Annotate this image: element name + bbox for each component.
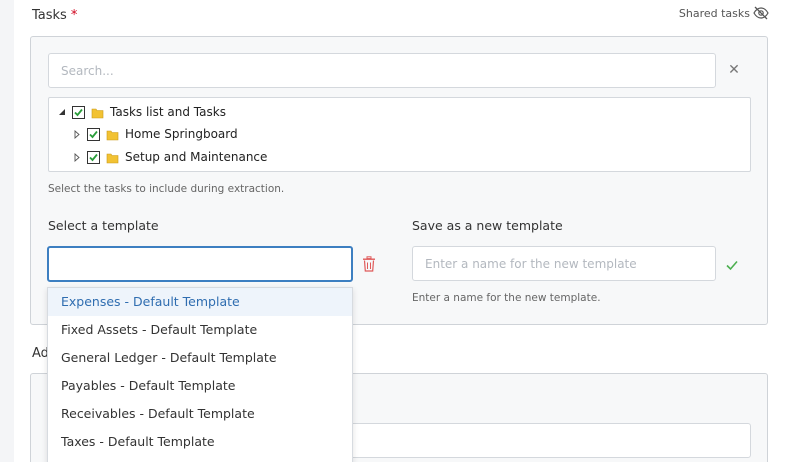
- tree-node-label: Tasks list and Tasks: [110, 105, 226, 119]
- tree-checkbox-root[interactable]: [72, 105, 85, 119]
- template-option[interactable]: Receivables - Default Template: [48, 400, 352, 428]
- template-option[interactable]: Expenses - Default Template: [48, 288, 352, 316]
- tasks-label-text: Tasks: [32, 8, 67, 23]
- expand-arrow-icon[interactable]: [71, 128, 83, 140]
- tree-node-home-springboard[interactable]: Home Springboard: [71, 125, 238, 143]
- clear-search-icon[interactable]: ✕: [726, 62, 742, 78]
- folder-icon: [106, 128, 119, 141]
- template-option[interactable]: Payables - Default Template: [48, 372, 352, 400]
- tree-checkbox-setup-maintenance[interactable]: [87, 150, 100, 164]
- search-input[interactable]: [48, 53, 716, 88]
- select-template-label: Select a template: [48, 218, 159, 233]
- required-marker: *: [70, 8, 78, 23]
- template-select-input[interactable]: [47, 246, 353, 282]
- new-template-name-input[interactable]: [412, 246, 716, 281]
- tree-checkbox-home-springboard[interactable]: [87, 127, 100, 141]
- expand-arrow-icon[interactable]: [71, 151, 83, 163]
- template-dropdown-list: Expenses - Default Template Fixed Assets…: [47, 287, 353, 462]
- template-option[interactable]: General Ledger - Default Template: [48, 344, 352, 372]
- task-tree: Tasks list and Tasks Home Springboard Se…: [48, 97, 751, 172]
- eye-slash-icon[interactable]: [753, 6, 769, 20]
- shared-tasks-label: Shared tasks: [678, 6, 750, 20]
- trash-icon[interactable]: [362, 256, 376, 272]
- template-option[interactable]: Fixed Assets - Default Template: [48, 316, 352, 344]
- folder-icon: [106, 151, 119, 164]
- tree-node-setup-maintenance[interactable]: Setup and Maintenance: [71, 148, 267, 166]
- template-option[interactable]: Taxes - Default Template: [48, 428, 352, 456]
- tree-node-label: Setup and Maintenance: [125, 150, 268, 164]
- save-new-template-label: Save as a new template: [412, 218, 563, 233]
- new-template-hint: Enter a name for the new template.: [412, 292, 601, 304]
- collapse-arrow-icon[interactable]: [56, 106, 68, 118]
- tree-node-root[interactable]: Tasks list and Tasks: [56, 103, 226, 121]
- tasks-label: Tasks *: [32, 8, 77, 23]
- shared-tasks-toggle[interactable]: Shared tasks: [679, 6, 769, 20]
- tree-node-label: Home Springboard: [125, 127, 238, 141]
- tree-hint-text: Select the tasks to include during extra…: [48, 183, 285, 195]
- folder-icon: [91, 106, 104, 119]
- confirm-check-icon[interactable]: [725, 257, 739, 271]
